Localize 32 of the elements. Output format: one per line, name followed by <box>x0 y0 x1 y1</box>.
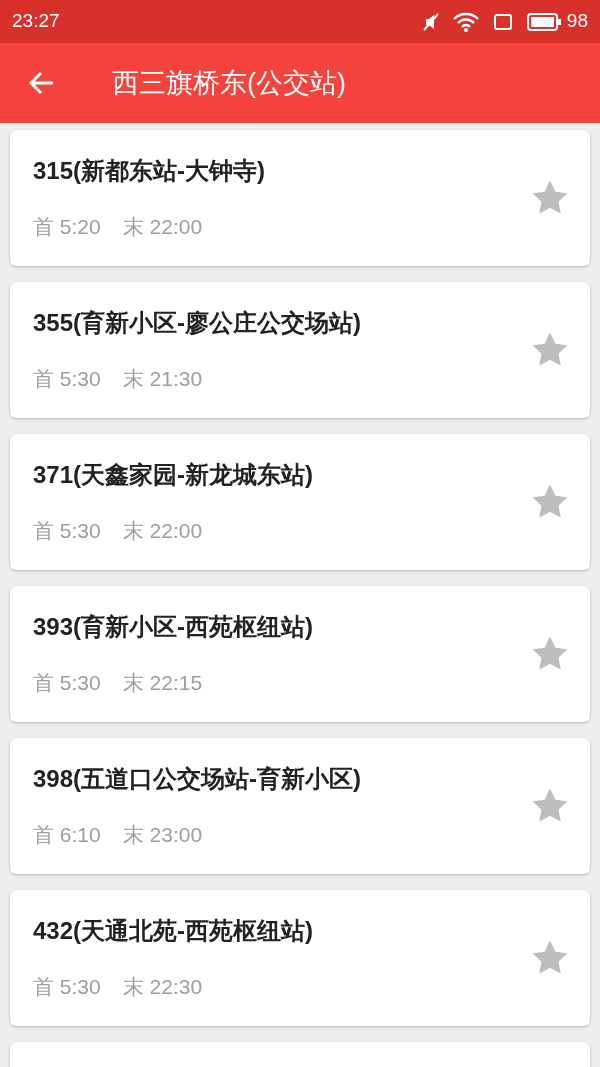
first-bus-time: 首 5:30 <box>33 974 101 1001</box>
route-title: 393(育新小区-西苑枢纽站) <box>33 612 315 643</box>
first-bus-time: 首 5:30 <box>33 366 101 393</box>
route-title: 315(新都东站-大钟寺) <box>33 156 267 187</box>
back-arrow-icon <box>29 71 55 95</box>
route-card[interactable]: 355(育新小区-廖公庄公交场站) 首 5:30 末 21:30 <box>10 282 590 418</box>
route-title: 432(天通北苑-西苑枢纽站) <box>33 916 315 947</box>
route-card[interactable]: 371(天鑫家园-新龙城东站) 首 5:30 末 22:00 <box>10 434 590 570</box>
route-title: 371(天鑫家园-新龙城东站) <box>33 460 315 491</box>
route-card[interactable]: 432(天通北苑-西苑枢纽站) 首 5:30 末 22:30 <box>10 890 590 1026</box>
page-title: 西三旗桥东(公交站) <box>112 66 346 100</box>
last-bus-time: 末 22:30 <box>122 974 203 1001</box>
last-bus-time: 末 21:30 <box>122 366 203 393</box>
last-bus-time: 末 22:00 <box>122 518 203 545</box>
first-bus-time: 首 5:30 <box>33 518 101 545</box>
first-bus-time: 首 5:30 <box>33 670 101 697</box>
wifi-icon <box>452 11 479 32</box>
route-title: 355(育新小区-廖公庄公交场站) <box>33 308 363 339</box>
route-title: 398(五道口公交场站-育新小区) <box>33 764 363 795</box>
battery-icon <box>526 12 561 31</box>
last-bus-time: 末 22:00 <box>122 214 203 241</box>
route-card[interactable]: 398(五道口公交场站-育新小区) 首 6:10 末 23:00 <box>10 738 590 874</box>
first-bus-time: 首 5:20 <box>33 214 101 241</box>
last-bus-time: 末 23:00 <box>122 822 203 849</box>
clock: 23:27 <box>12 9 60 34</box>
route-card[interactable]: 393(育新小区-西苑枢纽站) 首 5:30 末 22:15 <box>10 586 590 722</box>
route-card[interactable]: 315(新都东站-大钟寺) 首 5:20 末 22:00 <box>10 130 590 266</box>
first-bus-time: 首 6:10 <box>33 822 101 849</box>
last-bus-time: 末 22:15 <box>122 670 203 697</box>
mute-icon <box>422 11 439 32</box>
battery-level: 98 <box>566 9 588 34</box>
screen-icon <box>492 11 513 32</box>
